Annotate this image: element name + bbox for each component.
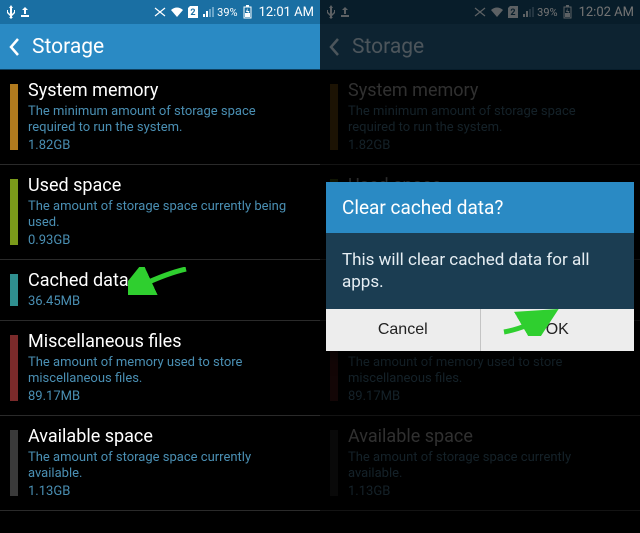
clear-cache-dialog: Clear cached data? This will clear cache…: [326, 182, 634, 351]
dialog-body: This will clear cached data for all apps…: [326, 233, 634, 309]
item-size: 1.13GB: [28, 484, 306, 500]
battery-icon: [563, 5, 572, 19]
item-title: Available space: [28, 426, 306, 448]
storage-item[interactable]: Used spaceThe amount of storage space cu…: [0, 165, 320, 260]
sim2-icon: 2: [507, 5, 519, 19]
svg-text:2: 2: [191, 8, 196, 18]
dialog-button-row: Cancel OK: [326, 309, 634, 351]
storage-item[interactable]: Available spaceThe amount of storage spa…: [0, 416, 320, 511]
screen-left: 2 39% 12:01 AM Storage System memoryThe …: [0, 0, 320, 533]
item-size: 89.17MB: [28, 389, 306, 405]
storage-item[interactable]: Cached data 36.45MB: [0, 260, 320, 321]
color-swatch: [10, 84, 18, 150]
item-description: The amount of storage space currently av…: [28, 450, 306, 482]
item-title: Miscellaneous files: [28, 331, 306, 353]
item-title: Available space: [348, 426, 626, 448]
color-swatch: [10, 430, 18, 496]
color-swatch: [10, 179, 18, 245]
item-size: 1.82GB: [348, 138, 626, 154]
battery-percentage: 39%: [537, 6, 557, 19]
header-bar[interactable]: Storage: [0, 24, 320, 70]
item-title: Cached data: [28, 270, 306, 292]
no-signal-icon: [153, 6, 167, 18]
color-swatch: [330, 430, 338, 496]
battery-percentage: 39%: [217, 6, 237, 19]
signal-icon: [202, 6, 214, 18]
item-size: 1.13GB: [348, 484, 626, 500]
item-description: The amount of storage space currently av…: [348, 450, 626, 482]
item-description: The minimum amount of storage space requ…: [348, 104, 626, 136]
screen-right: 2 39% 12:02 AM Storage System memoryThe …: [320, 0, 640, 533]
item-size: 1.82GB: [28, 138, 306, 154]
clock: 12:01 AM: [259, 5, 314, 20]
cancel-button[interactable]: Cancel: [326, 309, 480, 351]
item-description: The amount of storage space currently be…: [28, 199, 306, 231]
storage-item: System memoryThe minimum amount of stora…: [320, 70, 640, 165]
color-swatch: [10, 274, 18, 306]
item-title: System memory: [348, 80, 626, 102]
item-description: The amount of memory used to store misce…: [28, 355, 306, 387]
page-title: Storage: [352, 35, 424, 59]
usb-icon: [326, 5, 336, 19]
signal-icon: [522, 6, 534, 18]
item-size: 0.93GB: [28, 233, 306, 249]
page-title: Storage: [32, 35, 104, 59]
back-icon: [328, 37, 348, 57]
no-signal-icon: [473, 6, 487, 18]
upload-icon: [339, 6, 351, 18]
sim2-icon: 2: [187, 5, 199, 19]
wifi-icon: [490, 6, 504, 18]
usb-icon: [6, 5, 16, 19]
status-bar: 2 39% 12:02 AM: [320, 0, 640, 24]
dialog-title: Clear cached data?: [326, 182, 634, 233]
color-swatch: [10, 335, 18, 401]
status-bar: 2 39% 12:01 AM: [0, 0, 320, 24]
wifi-icon: [170, 6, 184, 18]
upload-icon: [19, 6, 31, 18]
storage-item[interactable]: Miscellaneous filesThe amount of memory …: [0, 321, 320, 416]
back-icon[interactable]: [8, 37, 28, 57]
clock: 12:02 AM: [579, 5, 634, 20]
item-description: The minimum amount of storage space requ…: [28, 104, 306, 136]
storage-item: Available spaceThe amount of storage spa…: [320, 416, 640, 511]
item-size: 36.45MB: [28, 294, 306, 310]
storage-item[interactable]: System memoryThe minimum amount of stora…: [0, 70, 320, 165]
item-size: 89.17MB: [348, 389, 626, 405]
item-title: Used space: [28, 175, 306, 197]
battery-icon: [243, 5, 252, 19]
item-title: System memory: [28, 80, 306, 102]
storage-list: System memoryThe minimum amount of stora…: [0, 70, 320, 511]
svg-text:2: 2: [511, 8, 516, 18]
header-bar: Storage: [320, 24, 640, 70]
ok-button[interactable]: OK: [480, 309, 635, 351]
item-description: The amount of memory used to store misce…: [348, 355, 626, 387]
color-swatch: [330, 84, 338, 150]
